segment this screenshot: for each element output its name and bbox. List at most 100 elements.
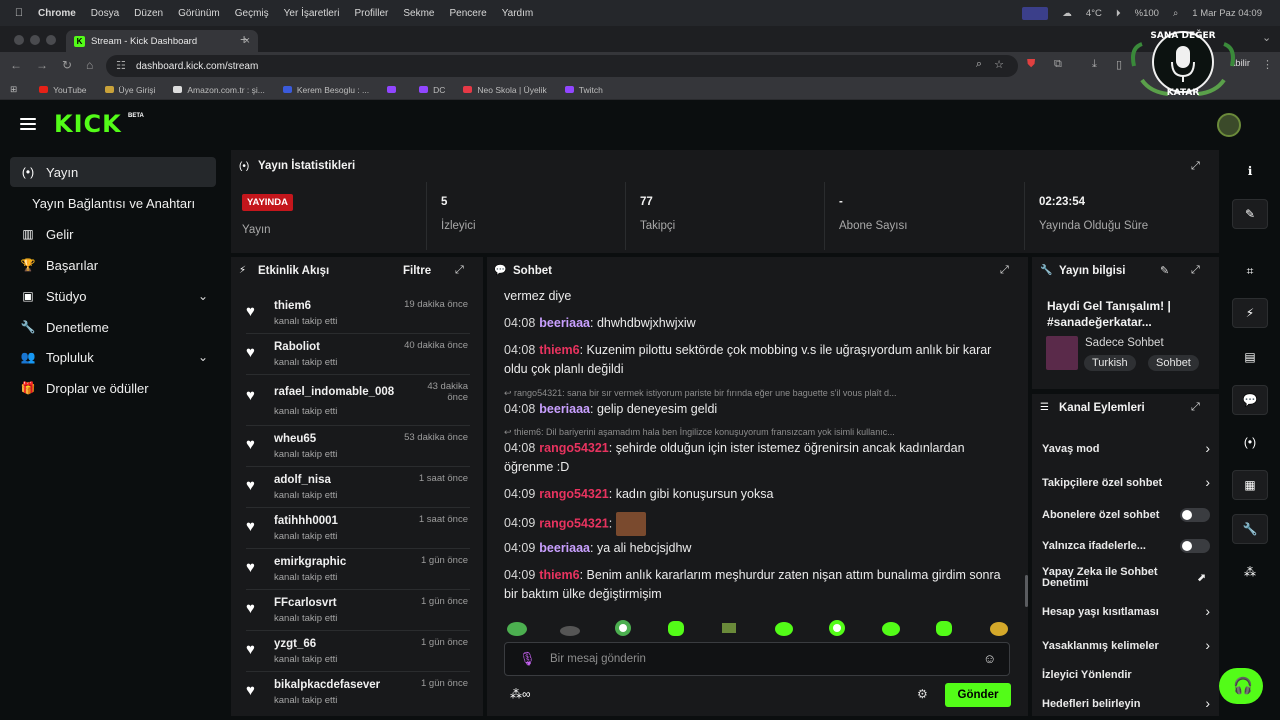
close-window-icon[interactable] bbox=[14, 35, 24, 45]
menu-item[interactable]: Pencere bbox=[449, 8, 486, 19]
microphone-icon[interactable]: 🎙 bbox=[519, 651, 536, 667]
sidebar-item-topluluk[interactable]: 👥 Topluluk ⌄ bbox=[10, 342, 216, 372]
chat-username[interactable]: beeriaaa bbox=[539, 541, 590, 555]
tag-sohbet[interactable]: Sohbet bbox=[1148, 355, 1199, 371]
external-link-icon[interactable]: ⬈ bbox=[1197, 571, 1206, 584]
expand-icon[interactable]: ⤢ bbox=[455, 264, 464, 277]
action-account-age[interactable]: Hesap yaşı kısıtlaması › bbox=[1042, 603, 1212, 619]
bookmark-twitch-empty[interactable] bbox=[387, 86, 401, 93]
activity-item[interactable]: ♥ Raboliot kanalı takip etti 40 dakika ö… bbox=[246, 334, 470, 375]
play-icon[interactable]: ⏵ bbox=[1116, 8, 1121, 19]
activity-user[interactable]: adolf_nisa bbox=[274, 474, 331, 486]
chat-message[interactable]: 04:09 beeriaaa: ya ali hebcjsjdhw bbox=[504, 539, 1014, 558]
chat-username[interactable]: beeriaaa bbox=[539, 402, 590, 416]
clock[interactable]: 1 Mar Paz 04:09 bbox=[1192, 8, 1262, 19]
activity-user[interactable]: thiem6 bbox=[274, 300, 311, 312]
bookmark-uye-girisi[interactable]: Üye Girişi bbox=[104, 85, 155, 95]
lightning-icon[interactable]: ⚡ bbox=[1232, 298, 1268, 328]
subscribers-only-toggle[interactable] bbox=[1180, 508, 1210, 522]
gear-icon[interactable]: ⚙ bbox=[917, 687, 928, 701]
chat-username[interactable]: rango54321 bbox=[539, 441, 608, 455]
user-avatar[interactable] bbox=[1217, 113, 1241, 137]
tag-turkish[interactable]: Turkish bbox=[1084, 355, 1136, 371]
emote-icon[interactable] bbox=[558, 619, 582, 637]
forward-icon[interactable]: → bbox=[36, 58, 48, 72]
address-bar[interactable]: ☷ dashboard.kick.com/stream ⌕ ☆ bbox=[106, 55, 1018, 77]
menu-item[interactable]: Sekme bbox=[403, 8, 434, 19]
activity-user[interactable]: fatihhh0001 bbox=[274, 515, 338, 527]
bookmark-youtube[interactable]: YouTube bbox=[39, 85, 87, 95]
menu-item[interactable]: Görünüm bbox=[178, 8, 220, 19]
chat-icon[interactable]: 💬 bbox=[1232, 385, 1268, 415]
info-icon[interactable]: ℹ bbox=[1232, 156, 1268, 186]
emote-icon[interactable] bbox=[932, 619, 956, 637]
send-button[interactable]: Gönder bbox=[945, 683, 1011, 707]
kicks-icon[interactable]: ⁂∞ bbox=[510, 687, 531, 701]
activity-user[interactable]: yzgt_66 bbox=[274, 638, 316, 650]
menu-item[interactable]: Geçmiş bbox=[235, 8, 269, 19]
apps-grid-icon[interactable]: ⊞ bbox=[10, 84, 17, 95]
emote-icon[interactable] bbox=[879, 619, 903, 637]
bookmark-kerem[interactable]: Kerem Besoglu : ... bbox=[282, 85, 369, 95]
menu-item[interactable]: Yer İşaretleri bbox=[284, 8, 340, 19]
weather-temp[interactable]: 4°C bbox=[1086, 8, 1102, 19]
sidebar-item-yayin[interactable]: (•) Yayın bbox=[10, 157, 216, 187]
zoom-icon[interactable]: ⌕ bbox=[976, 58, 982, 71]
action-ai-moderation[interactable]: Yapay Zeka ile Sohbet Denetimi bbox=[1042, 567, 1192, 589]
chat-message[interactable]: 04:08 beeriaaa: dhwhdbwjxhwjxiw bbox=[504, 314, 1014, 333]
screenshot-icon[interactable]: ⌗ bbox=[1232, 256, 1268, 286]
activity-item[interactable]: ♥ thiem6 kanalı takip etti 19 dakika önc… bbox=[246, 293, 470, 334]
activity-user[interactable]: Raboliot bbox=[274, 341, 320, 353]
minimize-window-icon[interactable] bbox=[30, 35, 40, 45]
sidebar-item-stream-key[interactable]: Yayın Bağlantısı ve Anahtarı bbox=[10, 188, 216, 218]
menu-item[interactable]: Düzen bbox=[134, 8, 163, 19]
emote-icon[interactable] bbox=[772, 619, 796, 637]
activity-user[interactable]: rafael_indomable_008 bbox=[274, 386, 394, 398]
emote-icon[interactable] bbox=[505, 619, 529, 637]
chat-message[interactable]: 04:08 rango54321: şehirde olduğun için is… bbox=[504, 439, 1014, 477]
chat-username[interactable]: rango54321 bbox=[539, 487, 608, 501]
chat-username[interactable]: rango54321 bbox=[539, 516, 608, 530]
emotes-only-toggle[interactable] bbox=[1180, 539, 1210, 553]
action-set-goals[interactable]: Hedefleri belirleyin › bbox=[1042, 695, 1212, 711]
activity-item[interactable]: ♥ yzgt_66 kanalı takip etti 1 gün önce bbox=[246, 631, 470, 672]
activity-user[interactable]: emirkgraphic bbox=[274, 556, 346, 568]
home-icon[interactable]: ⌂ bbox=[86, 58, 93, 72]
chat-username[interactable]: beeriaaa bbox=[539, 316, 590, 330]
bookmark-amazon[interactable]: Amazon.com.tr : şi... bbox=[173, 85, 265, 95]
edit-icon[interactable]: ✎ bbox=[1232, 199, 1268, 229]
sidebar-item-droplar[interactable]: 🎁 Droplar ve ödüller bbox=[10, 373, 216, 403]
browser-tab[interactable]: K Stream - Kick Dashboard × bbox=[66, 30, 258, 52]
expand-icon[interactable]: ⤢ bbox=[1191, 160, 1200, 173]
bookmark-neo-skola[interactable]: Neo Skola | Üyelik bbox=[463, 85, 547, 95]
action-banned-words[interactable]: Yasaklanmış kelimeler › bbox=[1042, 637, 1212, 653]
expand-icon[interactable]: ⤢ bbox=[1191, 401, 1200, 414]
sidebar-item-basarilar[interactable]: 🏆 Başarılar bbox=[10, 250, 216, 280]
chat-message[interactable]: 04:09 rango54321: bbox=[504, 512, 1014, 536]
activity-item[interactable]: ♥ emirkgraphic kanalı takip etti 1 gün ö… bbox=[246, 549, 470, 590]
chat-message[interactable]: 04:08 thiem6: Kuzenim pilottu sektörde ço… bbox=[504, 341, 1014, 379]
emote-icon[interactable] bbox=[987, 619, 1011, 637]
extensions-puzzle-icon[interactable]: ⧉ bbox=[1054, 58, 1062, 71]
chat-input[interactable]: 🎙 Bir mesaj gönderin ☺ bbox=[504, 642, 1010, 676]
emote-icon[interactable] bbox=[611, 619, 635, 637]
category-name[interactable]: Sadece Sohbet bbox=[1085, 337, 1164, 349]
battery-percent[interactable]: %100 bbox=[1135, 8, 1159, 19]
sidebar-item-gelir[interactable]: ▥ Gelir bbox=[10, 219, 216, 249]
bookmark-star-icon[interactable]: ☆ bbox=[994, 58, 1004, 71]
action-slow-mode[interactable]: Yavaş mod › bbox=[1042, 440, 1212, 456]
zoom-window-icon[interactable] bbox=[46, 35, 56, 45]
download-icon[interactable]: ⤓ bbox=[1092, 58, 1097, 71]
activity-user[interactable]: wheu65 bbox=[274, 433, 316, 445]
category-thumbnail[interactable] bbox=[1046, 336, 1078, 370]
activity-item[interactable]: ♥ FFcarlosvrt kanalı takip etti 1 gün ön… bbox=[246, 590, 470, 631]
chevron-down-icon[interactable]: ⌄ bbox=[198, 350, 208, 364]
bookmark-twitch[interactable]: Twitch bbox=[564, 85, 603, 95]
site-settings-icon[interactable]: ☷ bbox=[116, 59, 126, 72]
expand-icon[interactable]: ⤢ bbox=[1191, 264, 1200, 277]
help-support-button[interactable]: 🎧 bbox=[1219, 668, 1263, 704]
chat-username[interactable]: thiem6 bbox=[539, 343, 579, 357]
menu-item[interactable]: Profiller bbox=[354, 8, 388, 19]
sidebar-item-denetleme[interactable]: 🔧 Denetleme bbox=[10, 312, 216, 342]
kicks-icon[interactable]: ⁂ bbox=[1232, 557, 1268, 587]
